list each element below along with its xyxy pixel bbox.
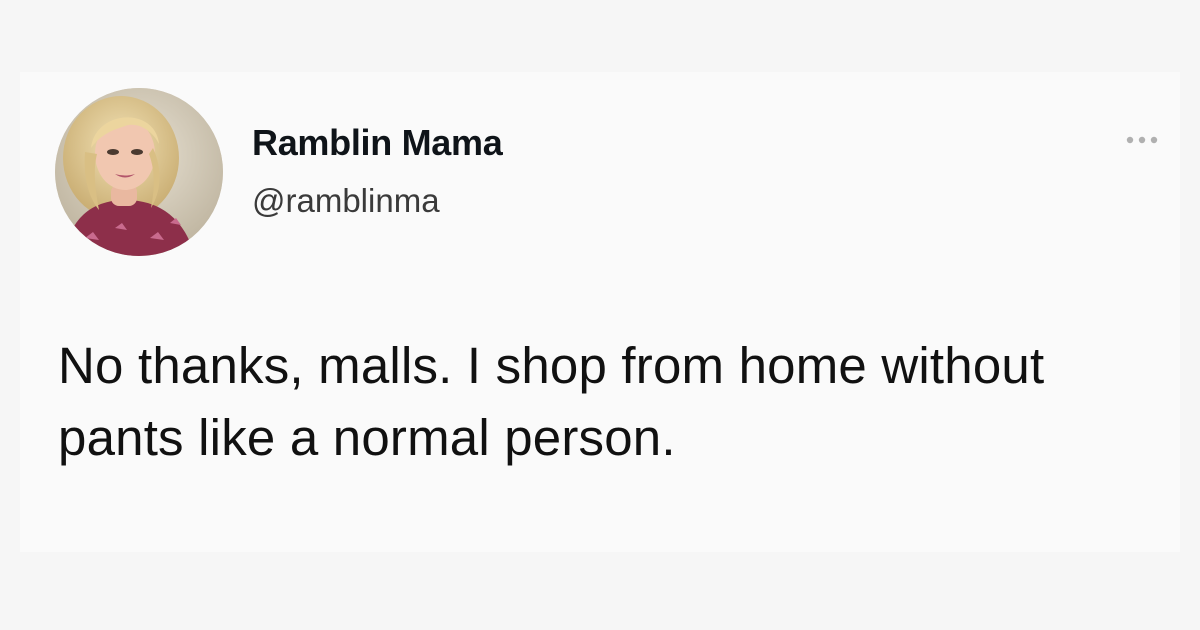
user-avatar-photo-icon [55,88,223,256]
screenshot-stage: Ramblin Mama @ramblinma No thanks, malls… [0,0,1200,630]
tweet-text: No thanks, malls. I shop from home witho… [58,337,1045,466]
avatar[interactable] [55,88,223,256]
more-options-icon[interactable] [1120,128,1164,152]
display-name[interactable]: Ramblin Mama [252,122,503,164]
user-handle[interactable]: @ramblinma [252,182,440,220]
tweet-card[interactable]: Ramblin Mama @ramblinma No thanks, malls… [20,72,1180,552]
